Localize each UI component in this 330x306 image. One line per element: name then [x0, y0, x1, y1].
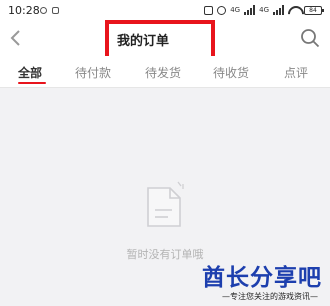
page-title: 我的订单	[117, 34, 170, 49]
order-tabs: 全部 待付款 待发货 待收货 点评	[0, 56, 330, 88]
watermark-logo-text: 酋长分享吧	[202, 265, 322, 291]
alarm-icon	[217, 5, 227, 15]
notification-dot-icon	[40, 7, 47, 14]
signal-icon	[244, 5, 256, 15]
battery-level: 84	[309, 6, 317, 14]
empty-document-icon	[147, 181, 184, 227]
tab-pending-shipment[interactable]: 待发货	[145, 64, 181, 81]
network-tag: 4G	[230, 6, 241, 14]
status-bar: 10:28 4G 4G 84	[0, 0, 330, 22]
app-header: 我的订单	[0, 22, 330, 56]
network-tag: 4G	[259, 6, 269, 14]
back-arrow-icon[interactable]	[6, 26, 26, 50]
notification-dot-icon	[52, 7, 59, 14]
mute-icon	[204, 5, 214, 15]
tab-review[interactable]: 点评	[284, 64, 308, 81]
watermark-subtitle: —专注您关注的游戏资讯—	[222, 292, 318, 301]
status-indicators: 4G 4G 84	[204, 5, 324, 15]
tab-pending-receipt[interactable]: 待收货	[213, 64, 249, 81]
signal-icon	[273, 5, 284, 15]
wifi-icon	[288, 6, 300, 15]
search-icon[interactable]	[300, 28, 320, 48]
status-time: 10:28	[8, 4, 40, 17]
tab-all[interactable]: 全部	[18, 64, 42, 81]
tab-pending-payment[interactable]: 待付款	[75, 64, 111, 81]
battery-icon: 84	[304, 5, 324, 15]
active-tab-indicator	[18, 82, 46, 84]
